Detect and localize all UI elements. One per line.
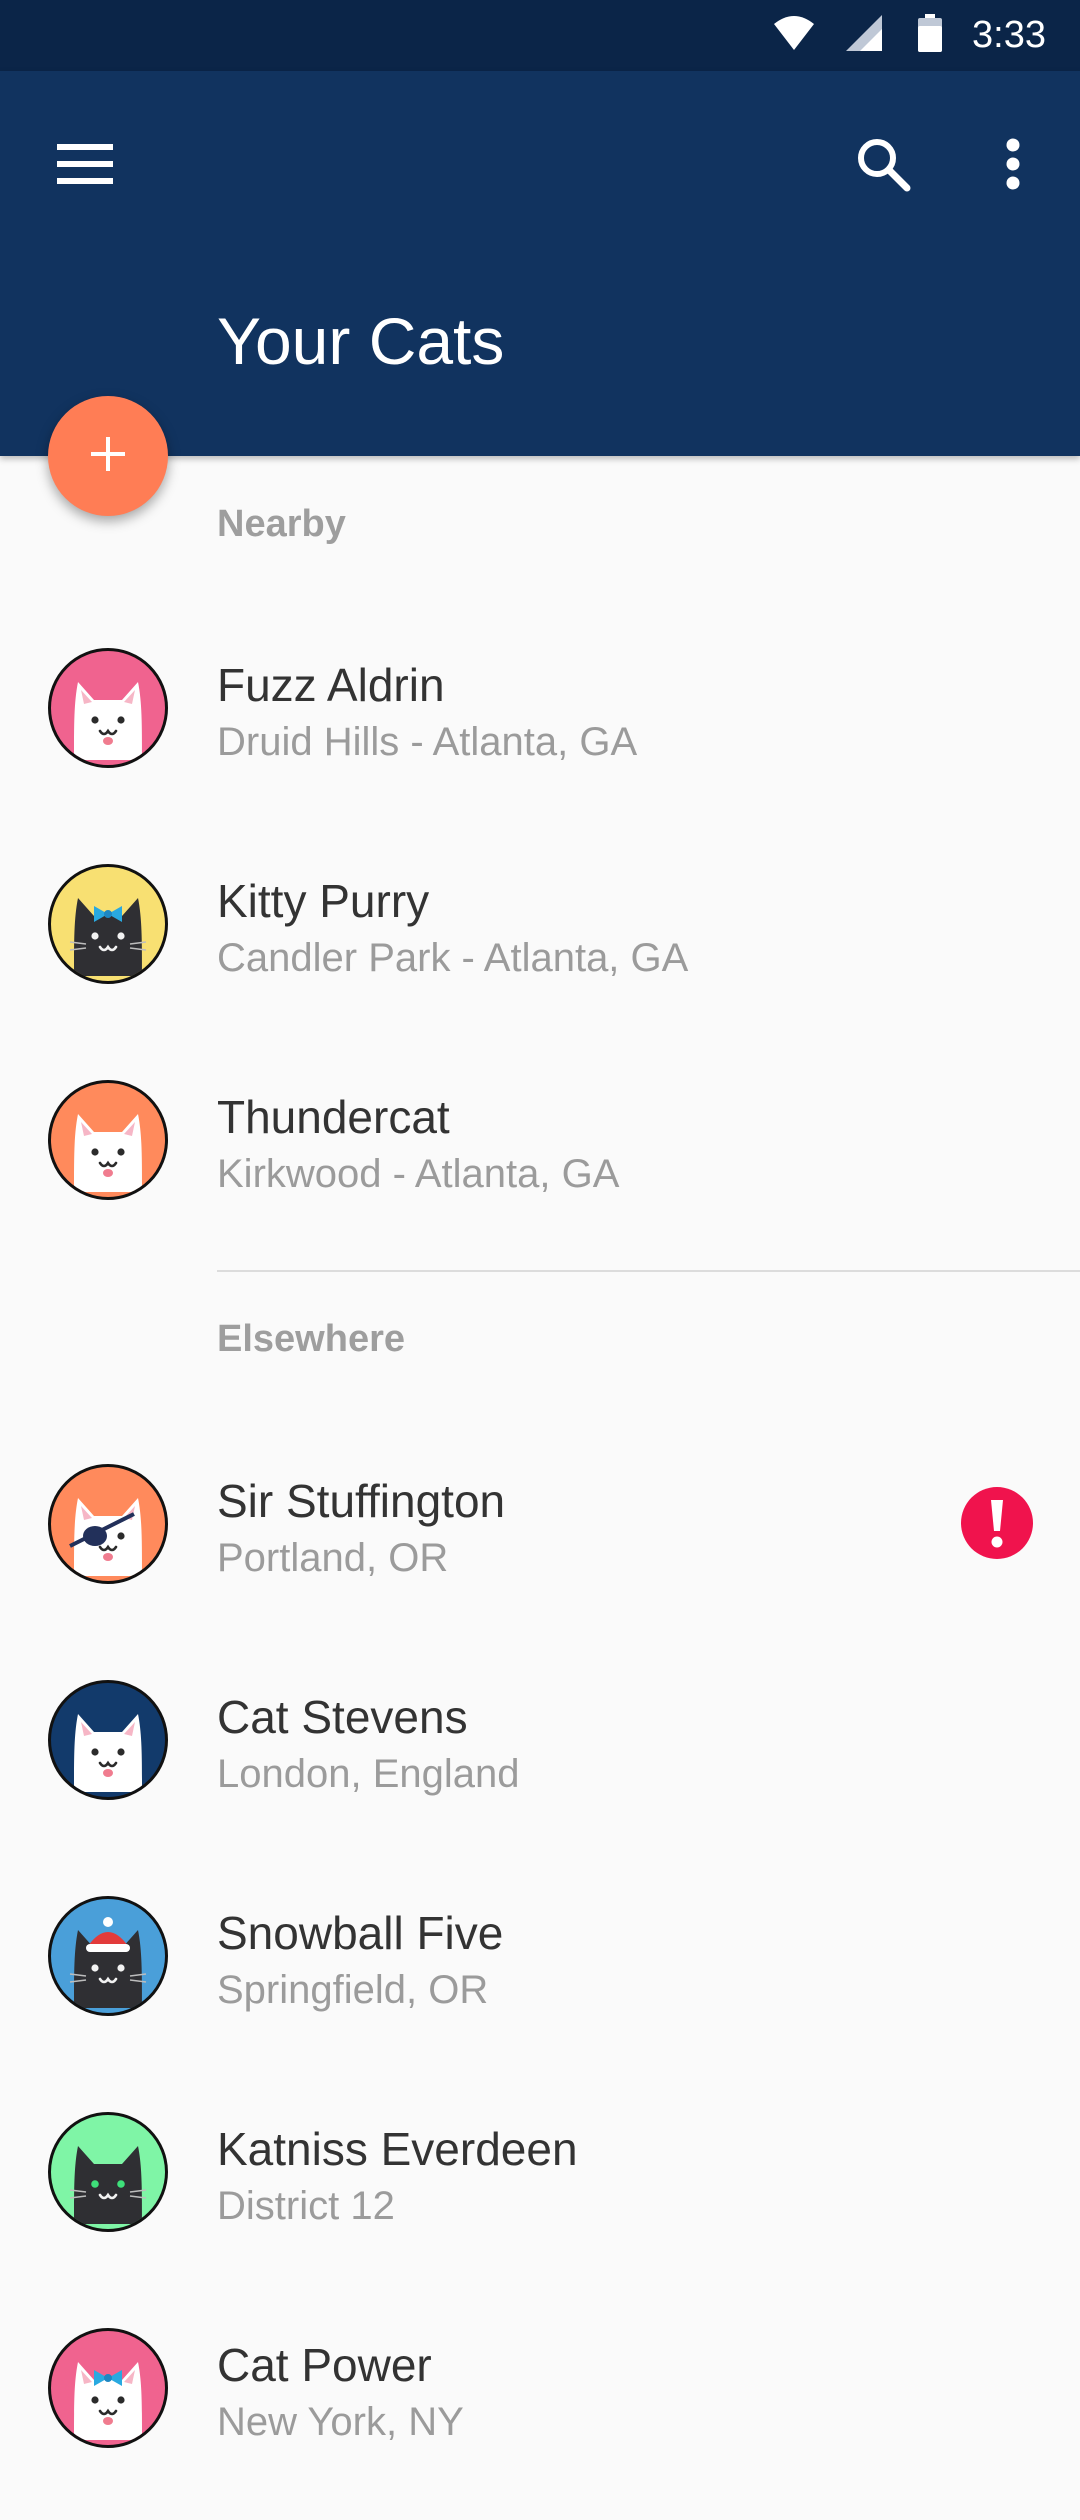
section-header-nearby: Nearby [217,503,346,545]
search-icon [855,136,911,197]
cat-name: Cat Stevens [217,1691,468,1743]
avatar [48,1464,168,1584]
cat-name: Thundercat [217,1091,450,1143]
cat-location: District 12 [217,2184,395,2228]
menu-button[interactable] [40,121,130,211]
cat-location: Springfield, OR [217,1968,489,2012]
page-title: Your Cats [217,304,505,378]
list-item[interactable]: Cat Stevens London, England [0,1650,1080,1830]
menu-icon [57,143,113,189]
more-vert-icon [1005,138,1021,195]
avatar [48,648,168,768]
cat-location: Portland, OR [217,1536,449,1580]
app-bar: Your Cats [0,71,1080,456]
section-divider [217,1270,1080,1272]
list-item[interactable]: Thundercat Kirkwood - Atlanta, GA [0,1050,1080,1230]
battery-icon [918,14,943,57]
list-item[interactable]: Fuzz Aldrin Druid Hills - Atlanta, GA [0,618,1080,798]
avatar [48,2328,168,2448]
avatar [48,864,168,984]
add-cat-button[interactable] [48,396,168,516]
cat-name: Cat Power [217,2339,432,2391]
cat-name: Sir Stuffington [217,1475,506,1527]
status-time: 3:33 [972,14,1046,56]
avatar [48,1680,168,1800]
cat-location: London, England [217,1752,520,1796]
list-item[interactable]: Cat Power New York, NY [0,2298,1080,2478]
alert-icon[interactable] [960,1486,1034,1560]
plus-icon [91,436,125,476]
cat-location: Candler Park - Atlanta, GA [217,936,689,980]
list-item[interactable]: Sir Stuffington Portland, OR [0,1434,1080,1614]
avatar [48,2112,168,2232]
list-item[interactable]: Katniss Everdeen District 12 [0,2082,1080,2262]
more-options-button[interactable] [968,121,1058,211]
signal-icon [846,15,883,56]
cat-location: Druid Hills - Atlanta, GA [217,720,638,764]
list-item[interactable]: Kitty Purry Candler Park - Atlanta, GA [0,834,1080,1014]
section-header-elsewhere: Elsewhere [217,1318,405,1360]
list-item[interactable]: Snowball Five Springfield, OR [0,1866,1080,2046]
cat-name: Katniss Everdeen [217,2123,578,2175]
avatar [48,1080,168,1200]
cat-name: Snowball Five [217,1907,504,1959]
cat-name: Kitty Purry [217,875,430,927]
cat-location: Kirkwood - Atlanta, GA [217,1152,620,1196]
cat-location: New York, NY [217,2400,464,2444]
wifi-icon [774,16,815,55]
cat-name: Fuzz Aldrin [217,659,445,711]
search-button[interactable] [838,121,928,211]
status-bar: 3:33 [0,0,1080,71]
avatar [48,1896,168,2016]
